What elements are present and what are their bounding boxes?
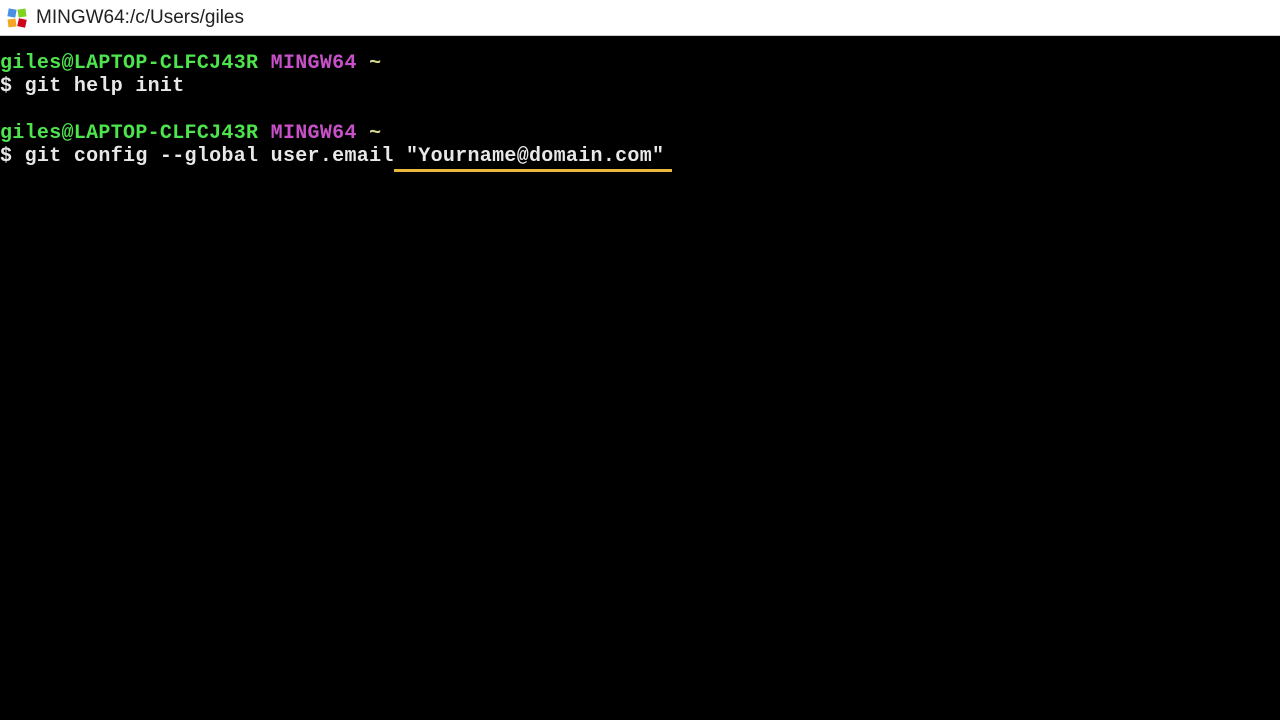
- user-host-text: giles@LAPTOP-CLFCJ43R: [0, 52, 258, 75]
- command-text-2-pre: git config --global user.email: [12, 145, 393, 168]
- command-line-1: $ git help init: [0, 75, 1280, 98]
- email-argument-highlight: "Yourname@domain.com": [394, 145, 665, 168]
- blank-line: [0, 98, 1280, 122]
- terminal-area[interactable]: giles@LAPTOP-CLFCJ43R MINGW64 ~ $ git he…: [0, 36, 1280, 168]
- command-line-2: $ git config --global user.email "Yourna…: [0, 145, 1280, 168]
- env-text: MINGW64: [271, 122, 357, 145]
- window-title: MINGW64:/c/Users/giles: [36, 7, 244, 29]
- path-text: ~: [369, 122, 381, 145]
- path-text: ~: [369, 52, 381, 75]
- prompt-line-1: giles@LAPTOP-CLFCJ43R MINGW64 ~: [0, 52, 1280, 75]
- window-titlebar: MINGW64:/c/Users/giles: [0, 0, 1280, 36]
- prompt-symbol: $: [0, 145, 12, 168]
- prompt-symbol: $: [0, 75, 12, 98]
- user-host-text: giles@LAPTOP-CLFCJ43R: [0, 122, 258, 145]
- command-text-2-highlight: "Yourname@domain.com": [394, 145, 665, 168]
- prompt-line-2: giles@LAPTOP-CLFCJ43R MINGW64 ~: [0, 122, 1280, 145]
- mingw-icon: [6, 7, 28, 29]
- yellow-underline: [394, 169, 673, 172]
- command-text-1: git help init: [12, 75, 184, 98]
- env-text: MINGW64: [271, 52, 357, 75]
